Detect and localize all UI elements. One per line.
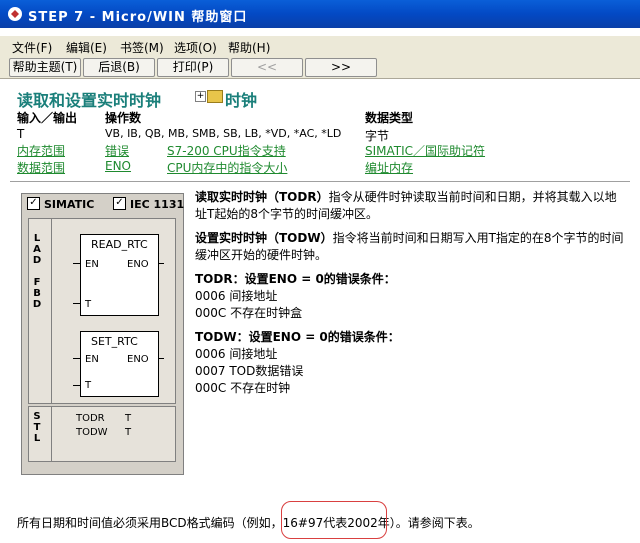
ladder-diagram-panel: ✓ SIMATIC ✓ IEC 1131 LAD FBD READ_RTC EN… (21, 193, 184, 475)
help-content: 读取和设置实时时钟 + 时钟 输入／输出 操作数 数据类型 T VB, IB, … (0, 79, 640, 543)
todw-line1: 指令将当前时间和日期写入用T指定的在8个字节的时间 (332, 231, 624, 245)
lad-label: LAD FBD (32, 233, 42, 310)
simatic-checkbox[interactable]: ✓ (27, 197, 40, 210)
todw-heading: 设置实时时钟（TODW） (195, 231, 333, 245)
stl-op-2: TODW (76, 427, 108, 438)
cpu-support-link[interactable]: S7-200 CPU指令支持 (167, 142, 286, 159)
help-topics-button[interactable]: 帮助主题(T) (9, 58, 81, 77)
mnemonic-link[interactable]: SIMATIC／国际助记符 (365, 142, 485, 159)
divider (10, 181, 630, 182)
menu-bar: 文件(F) 编辑(E) 书签(M) 选项(O) 帮助(H) (0, 36, 640, 56)
toolbar: 帮助主题(T) 后退(B) 打印(P) << >> (0, 56, 640, 79)
set-rtc-en: EN (85, 354, 99, 365)
title-bar: STEP 7 - Micro/WIN 帮助窗口 (0, 0, 640, 28)
footer-pre: 所有日期和时间值必须采用BCD格式编码（例如， (17, 516, 283, 530)
folder-icon (207, 90, 223, 103)
param-name: T (17, 127, 25, 141)
annotation-circle (281, 501, 387, 539)
eno-link[interactable]: ENO (105, 159, 131, 173)
read-rtc-t: T (85, 299, 92, 310)
todw-line2: 缓冲区开始的硬件时钟。 (195, 248, 328, 262)
set-rtc-name: SET_RTC (91, 335, 138, 348)
related-topic-link[interactable]: 时钟 (225, 87, 257, 111)
stl-area: STL TODR T TODW T (28, 406, 176, 462)
error-link[interactable]: 错误 (105, 142, 129, 159)
addressing-link[interactable]: 编址内存 (365, 159, 413, 176)
expand-icon[interactable]: + (195, 91, 206, 102)
memory-range-link[interactable]: 内存范围 (17, 142, 65, 159)
print-button[interactable]: 打印(P) (157, 58, 229, 77)
lad-area: LAD FBD READ_RTC EN ENO T SET_RTC EN ENO… (28, 218, 176, 404)
todw-error-2: 0007 TOD数据错误 (195, 364, 304, 378)
next-topic-button[interactable]: >> (305, 58, 377, 77)
set-rtc-eno: ENO (127, 354, 149, 365)
stl-arg-1: T (125, 413, 132, 424)
operands-header: 操作数 (105, 111, 142, 125)
read-rtc-block[interactable]: READ_RTC EN ENO T (80, 234, 159, 316)
set-rtc-t: T (85, 380, 92, 391)
read-rtc-eno: ENO (127, 259, 149, 270)
instruction-size-link[interactable]: CPU内存中的指令大小 (167, 159, 287, 176)
todr-heading: 读取实时时钟（TODR） (195, 190, 329, 204)
todr-error-2: 000C 不存在时钟盒 (195, 306, 303, 320)
footer-post: ）。请参阅下表。 (389, 516, 480, 530)
param-operands: VB, IB, QB, MB, SMB, SB, LB, *VD, *AC, *… (105, 127, 342, 140)
read-rtc-name: READ_RTC (91, 238, 148, 251)
stl-label: STL (33, 411, 41, 444)
stl-op-1: TODR (76, 413, 105, 424)
stl-arg-2: T (125, 427, 132, 438)
data-type-header: 数据类型 (365, 111, 414, 125)
description: 读取实时时钟（TODR）指令从硬件时钟读取当前时间和日期，并将其载入以地 址T起… (195, 189, 635, 397)
menu-file[interactable]: 文件(F) (12, 39, 52, 56)
window-title: STEP 7 - Micro/WIN 帮助窗口 (28, 10, 248, 25)
menu-help[interactable]: 帮助(H) (228, 39, 270, 56)
iec-label: IEC 1131 (130, 198, 185, 211)
back-button[interactable]: 后退(B) (83, 58, 155, 77)
footer-note: 所有日期和时间值必须采用BCD格式编码（例如，16#97代表2002年）。请参阅… (17, 514, 480, 531)
step7-icon (8, 7, 22, 21)
todw-error-3: 000C 不存在时钟 (195, 381, 291, 395)
todr-error-1: 0006 间接地址 (195, 289, 278, 303)
iec-checkbox[interactable]: ✓ (113, 197, 126, 210)
read-rtc-en: EN (85, 259, 99, 270)
prev-topic-button[interactable]: << (231, 58, 303, 77)
in-out-header: 输入／输出 (17, 111, 78, 125)
todr-errors-title: TODR：设置ENO = 0的错误条件： (195, 272, 396, 286)
menu-options[interactable]: 选项(O) (174, 39, 217, 56)
todw-errors-title: TODW：设置ENO = 0的错误条件： (195, 330, 400, 344)
menu-edit[interactable]: 编辑(E) (66, 39, 107, 56)
simatic-label: SIMATIC (44, 198, 95, 211)
menu-bookmark[interactable]: 书签(M) (120, 39, 164, 56)
todr-line1: 指令从硬件时钟读取当前时间和日期，并将其载入以地 (328, 190, 617, 204)
todw-error-1: 0006 间接地址 (195, 347, 278, 361)
page-title: 读取和设置实时时钟 (17, 91, 162, 110)
data-range-link[interactable]: 数据范围 (17, 159, 65, 176)
set-rtc-block[interactable]: SET_RTC EN ENO T (80, 331, 159, 397)
todr-line2: 址T起始的8个字节的时间缓冲区。 (195, 207, 378, 221)
